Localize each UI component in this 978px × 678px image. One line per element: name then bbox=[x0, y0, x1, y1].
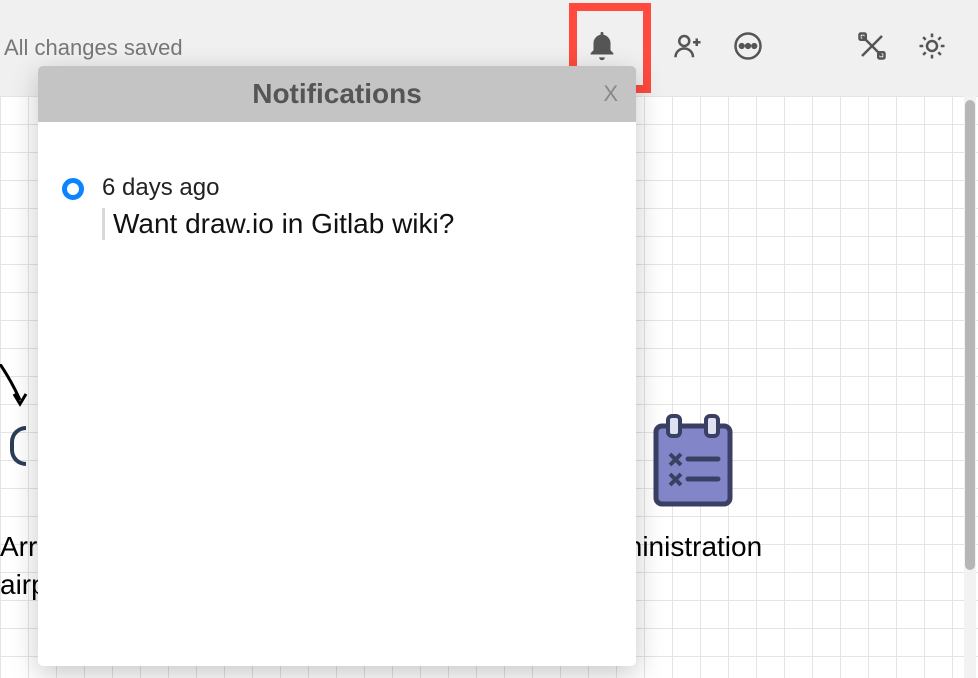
notifications-button[interactable] bbox=[578, 24, 626, 72]
appearance-button[interactable] bbox=[914, 30, 950, 66]
close-button[interactable]: X bbox=[603, 81, 618, 107]
notification-body: 6 days ago Want draw.io in Gitlab wiki? bbox=[102, 174, 454, 240]
share-button[interactable] bbox=[670, 30, 706, 66]
design-tools-icon bbox=[857, 31, 887, 66]
notification-title: Want draw.io in Gitlab wiki? bbox=[102, 208, 454, 240]
checklist-icon bbox=[648, 412, 738, 517]
notifications-title: Notifications bbox=[252, 78, 422, 110]
arrow-icon bbox=[0, 364, 30, 410]
notifications-header: Notifications X bbox=[38, 66, 636, 122]
notification-item[interactable]: 6 days ago Want draw.io in Gitlab wiki? bbox=[38, 174, 636, 240]
diagram-label-administration: ministration bbox=[619, 528, 762, 566]
sun-icon bbox=[917, 31, 947, 66]
bell-icon bbox=[585, 29, 619, 68]
cylinder-shape-fragment bbox=[10, 426, 26, 466]
more-button[interactable] bbox=[730, 30, 766, 66]
design-tools-button[interactable] bbox=[854, 30, 890, 66]
notification-time: 6 days ago bbox=[102, 174, 454, 202]
vertical-scrollbar[interactable] bbox=[964, 96, 976, 678]
toolbar-actions bbox=[670, 0, 950, 96]
notifications-popover: Notifications X 6 days ago Want draw.io … bbox=[38, 66, 636, 666]
person-add-icon bbox=[673, 31, 703, 66]
more-horizontal-icon bbox=[733, 31, 763, 66]
scrollbar-thumb[interactable] bbox=[965, 100, 975, 570]
unread-marker-icon bbox=[62, 178, 84, 200]
save-status: All changes saved bbox=[0, 35, 183, 61]
notifications-list: 6 days ago Want draw.io in Gitlab wiki? bbox=[38, 122, 636, 240]
